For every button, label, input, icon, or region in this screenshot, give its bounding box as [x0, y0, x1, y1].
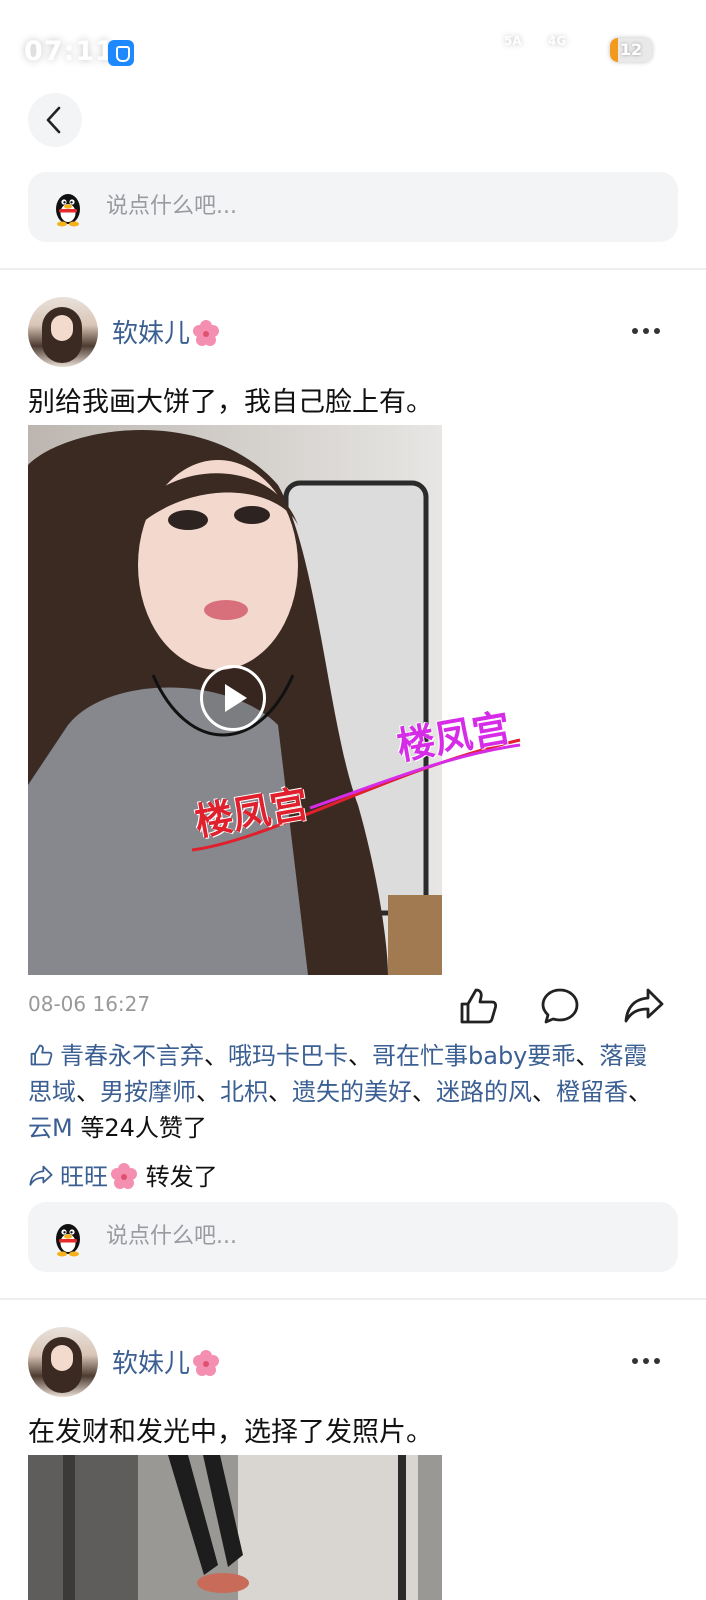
watermark: 楼凤宫 楼凤宫 — [190, 700, 530, 860]
liker-name[interactable]: 遗失的美好 — [292, 1078, 412, 1106]
status-bar: 07:11 5A 4G 12 — [0, 0, 706, 100]
liker-name[interactable]: 北枳 — [220, 1078, 268, 1106]
like-small-icon — [30, 1044, 53, 1066]
chevron-left-icon — [46, 106, 61, 134]
post-text: 在发财和发光中，选择了发照片。 — [28, 1417, 433, 1448]
liker-name[interactable]: 橙留香 — [556, 1078, 628, 1106]
post-username[interactable]: 软妹儿 — [112, 1343, 220, 1380]
liker-name[interactable]: 云M — [28, 1114, 73, 1142]
liker-name[interactable]: 男按摩师 — [100, 1078, 196, 1106]
sakura-icon — [193, 1350, 220, 1376]
back-button[interactable] — [28, 93, 82, 147]
section-divider — [0, 1298, 706, 1300]
username-text: 软妹儿 — [112, 1349, 191, 1379]
liker-name[interactable]: 迷路的风 — [436, 1078, 532, 1106]
repost-info: 旺旺 转发了 — [28, 1157, 218, 1192]
likes-summary: 青春永不言弃、哦玛卡巴卡、哥在忙事baby要乖、落霞思域、男按摩师、北枳、遗失的… — [28, 1042, 652, 1142]
more-options-icon[interactable] — [632, 328, 662, 338]
status-icons: 5A 4G 12 — [444, 34, 684, 66]
signal-icon-1 — [508, 44, 533, 62]
comment-placeholder: 说点什么吧... — [106, 1224, 237, 1249]
post-image[interactable] — [28, 1455, 442, 1600]
shield-icon — [108, 40, 134, 66]
more-options-icon[interactable] — [632, 1358, 662, 1368]
post-timestamp: 08-06 16:27 — [28, 992, 151, 1016]
charging-icon — [659, 40, 669, 62]
post-photo — [28, 1455, 442, 1600]
share-arrow-icon[interactable] — [622, 984, 666, 1028]
sakura-icon — [111, 1163, 137, 1189]
section-divider — [0, 268, 706, 270]
battery-indicator: 12 — [610, 38, 652, 62]
battery-level: 12 — [619, 40, 643, 59]
post-username[interactable]: 软妹儿 — [112, 313, 220, 350]
comment-placeholder: 说点什么吧... — [106, 194, 237, 219]
nfc-icon — [444, 38, 468, 64]
qq-penguin-icon — [56, 1224, 80, 1257]
share-small-icon — [29, 1165, 53, 1186]
avatar[interactable] — [28, 297, 98, 367]
sakura-icon — [193, 320, 220, 346]
liker-name[interactable]: 青春永不言弃 — [60, 1042, 204, 1070]
mute-bell-icon — [476, 40, 496, 62]
avatar[interactable] — [28, 1327, 98, 1397]
post-comment-input[interactable]: 说点什么吧... — [28, 1202, 678, 1272]
username-text: 软妹儿 — [112, 319, 191, 349]
qq-penguin-icon — [56, 194, 80, 227]
repost-suffix: 转发了 — [145, 1163, 218, 1191]
thumbs-up-icon[interactable] — [456, 984, 500, 1028]
liker-name[interactable]: 哥在忙事baby要乖 — [372, 1042, 575, 1070]
signal-icon-2 — [554, 42, 591, 62]
liker-name[interactable]: 哦玛卡巴卡 — [228, 1042, 348, 1070]
status-time: 07:11 — [24, 36, 115, 67]
reposter-name[interactable]: 旺旺 — [60, 1163, 108, 1191]
post-text: 别给我画大饼了，我自己脸上有。 — [28, 387, 433, 418]
comment-bubble-icon[interactable] — [538, 984, 582, 1028]
comment-input[interactable]: 说点什么吧... — [28, 172, 678, 242]
likes-count-text: 等24人赞了 — [80, 1114, 207, 1142]
